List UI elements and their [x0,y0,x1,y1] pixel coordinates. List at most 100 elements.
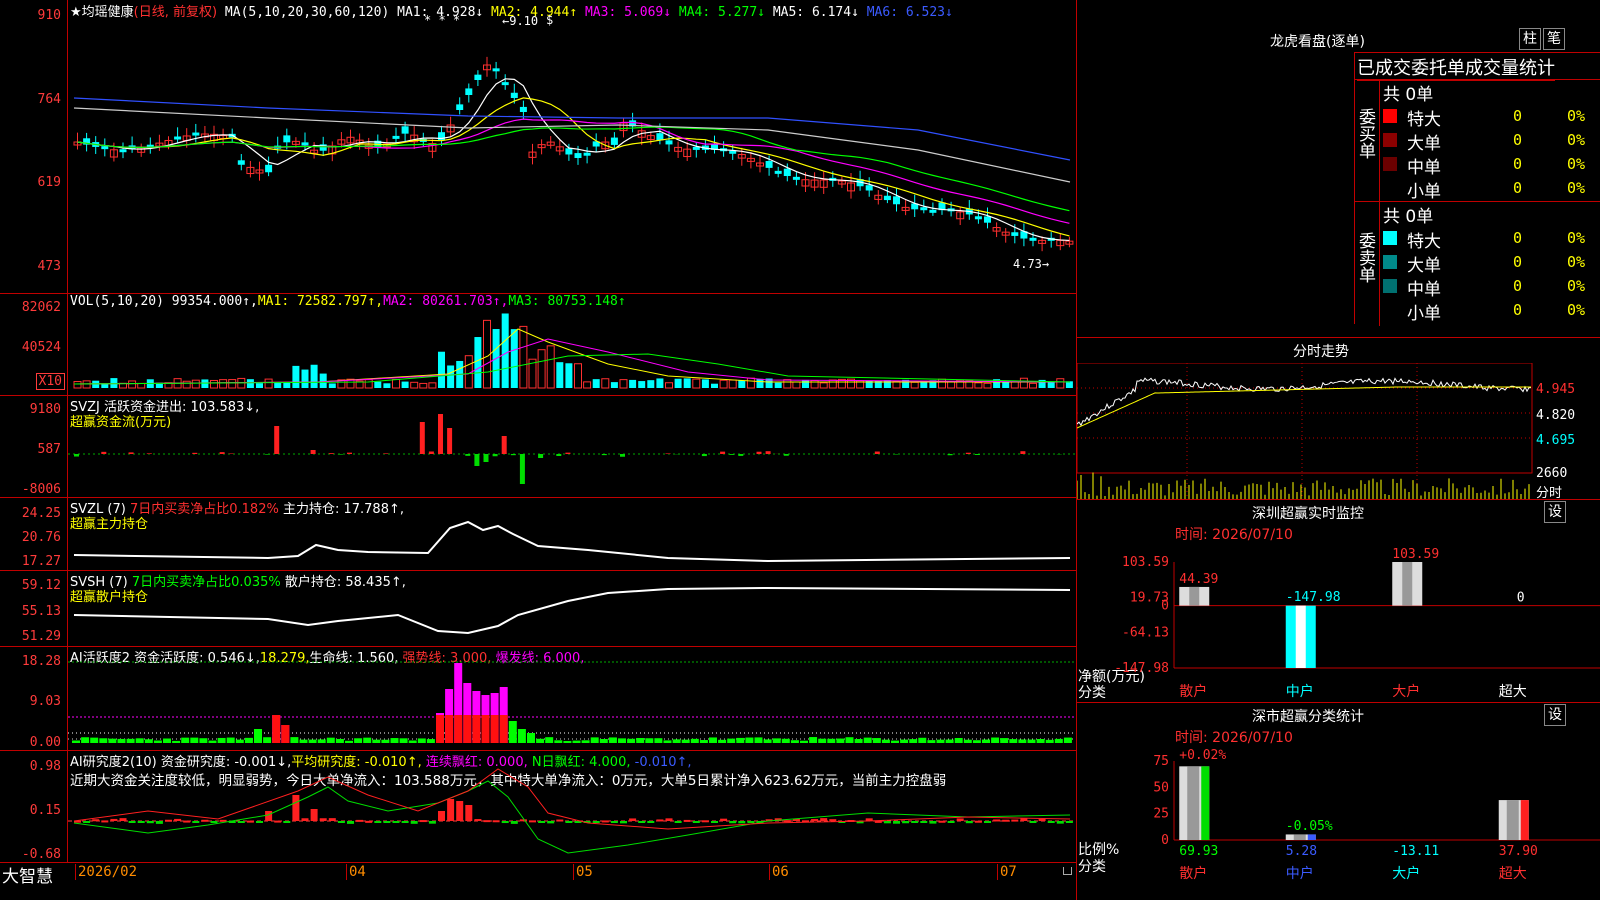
cs-y-tick: 50 [1153,780,1169,795]
svsh-panel[interactable]: 59.12 55.13 51.29 SVSH (7) 7日内买卖净占比0.035… [0,571,1077,647]
air-bar [365,820,373,823]
air-bar [556,819,564,822]
volume-bar [728,379,737,389]
cs-bar-accent [1201,766,1210,840]
air-bar [401,821,409,823]
air-bar [820,818,828,821]
intraday-vol-tick: 2660 [1536,466,1568,481]
volume-chart[interactable] [68,294,1076,395]
ai-active-bar [845,737,854,743]
bar-mode-button[interactable]: 柱 [1519,28,1541,50]
ai-active-bar-core [472,715,481,743]
ai-active-bar [718,739,727,743]
svzj-chart[interactable] [68,396,1076,497]
svzj-bar [465,454,471,456]
ai-active-bar-core [281,725,290,743]
air-bar [428,821,436,824]
ai-active-bar [545,737,554,743]
volume-bar [574,363,582,389]
svzj-bar [265,454,271,455]
realtime-monitor-panel[interactable]: 深圳超赢实时监控 设 时间: 2026/07/10 净额(万元) 分类 103.… [1077,500,1600,703]
svzj-bar [310,450,316,454]
pen-mode-button[interactable]: 笔 [1543,28,1565,50]
ai-active-bar [800,740,808,743]
ai-active-bar [254,729,262,743]
ai-active-bar [153,740,162,743]
svzj-bar [874,451,880,454]
sell-row: 特大 0 0% [1383,227,1600,252]
air-bar [911,821,919,823]
air-bar [119,818,127,821]
volume-bar [328,383,336,388]
air-bar [893,821,900,824]
air-bar [392,821,400,823]
volume-bar [474,337,482,388]
cs-category-label: 超大 [1499,866,1527,882]
svzl-chart[interactable] [68,498,1076,570]
candle-body [510,92,518,98]
candle-body [883,195,891,201]
rt-category-label: 超大 [1499,684,1527,700]
svzj-bar [510,454,516,456]
price-panel[interactable]: 910 764 619 473 ★均瑶健康(日线, 前复权) MA(5,10,2… [0,0,1077,294]
candle-body [920,207,928,211]
ai-active-bar [144,739,153,743]
ai-active-bar-core [272,715,281,743]
volume-panel[interactable]: 82062 40524 X10 VOL(5,10,20) 99354.000↑,… [0,294,1077,396]
volume-bar [701,379,709,388]
date-label: 04 [346,864,366,880]
volume-bar [647,380,655,388]
intraday-vol-label: 分时 [1536,486,1563,501]
svzj-y-axis: 9180 587 -8006 [0,396,68,498]
ai-active-bar [954,737,963,743]
sell-row-name: 中单 [1407,280,1441,300]
svzj-panel[interactable]: 9180 587 -8006 SVZJ 活跃资金进出: 103.583↓, 超赢… [0,396,1077,498]
volume-bar [683,378,691,388]
intraday-chart[interactable] [1077,363,1533,500]
intraday-price-tick: 4.695 [1536,433,1576,448]
volume-bar [256,383,263,388]
intraday-panel[interactable]: 分时走势 4.945 4.820 4.695 2660 分时 [1077,338,1600,501]
cs-value-label: -13.11 [1392,844,1439,859]
main-chart-area[interactable]: 910 764 619 473 ★均瑶健康(日线, 前复权) MA(5,10,2… [0,0,1077,900]
svzl-panel[interactable]: 24.25 20.76 17.27 SVZL (7) 7日内买卖净占比0.182… [0,498,1077,571]
ai-active-bar [217,737,226,743]
candle-body [865,185,873,191]
buy-row-pct: 0% [1567,179,1586,197]
volume-bar [182,380,191,389]
volume-bar [128,380,137,389]
ai-active-panel[interactable]: 18.28 9.03 0.00 AI活跃度2 资金活跃度: 0.546↓,18.… [0,647,1077,751]
svsh-chart[interactable] [68,571,1076,646]
ai-active-bar [1000,738,1009,743]
buy-row-name: 中单 [1407,158,1441,178]
price-y-axis: 910 764 619 473 [0,0,68,294]
air-bar [747,821,755,823]
ai-active-chart[interactable] [68,647,1076,750]
volume-bar [665,382,673,389]
ai-active-bar [963,739,972,743]
ai-active-bar [900,739,909,743]
volume-bar [110,378,118,388]
rt-bar-highlight [1402,562,1413,606]
price-chart[interactable] [68,0,1076,294]
class-stats-panel[interactable]: 深市超赢分类统计 设 时间: 2026/07/10 比例% 分类 75 50 25 0… [1077,703,1600,900]
volume-bar [383,383,391,388]
ai-active-bar [790,740,799,743]
ai-research-chart[interactable] [68,751,1076,862]
volume-bar [374,381,382,388]
volume-bar [783,379,792,389]
buy-row-count: 0 [1513,107,1523,125]
lock-icon[interactable] [1063,867,1072,875]
ai-active-bar-core [481,715,490,743]
volume-bar [501,313,509,388]
ai-research-y-axis: 0.98 0.15 -0.68 [0,751,68,863]
air-bar [547,821,555,824]
air-bar [738,821,746,824]
stats-tabs[interactable]: 已成交委托单成交量统计 [1357,54,1555,81]
class-stats-bar-chart[interactable]: 75 50 25 0 69.93 散户 5.28 中户 -13.11 大户 37.90 超大 +0.02… [1077,703,1600,900]
svzj-bar [501,436,507,454]
svzl-y-axis: 24.25 20.76 17.27 [0,498,68,571]
price-tick: 473 [37,259,61,274]
ai-research-panel[interactable]: 0.98 0.15 -0.68 AI研究度2(10) 资金研究度: -0.001… [0,751,1077,863]
realtime-bar-chart[interactable]: 103.5919.730-64.13-147.9844.39散户-147.98中… [1077,500,1600,703]
